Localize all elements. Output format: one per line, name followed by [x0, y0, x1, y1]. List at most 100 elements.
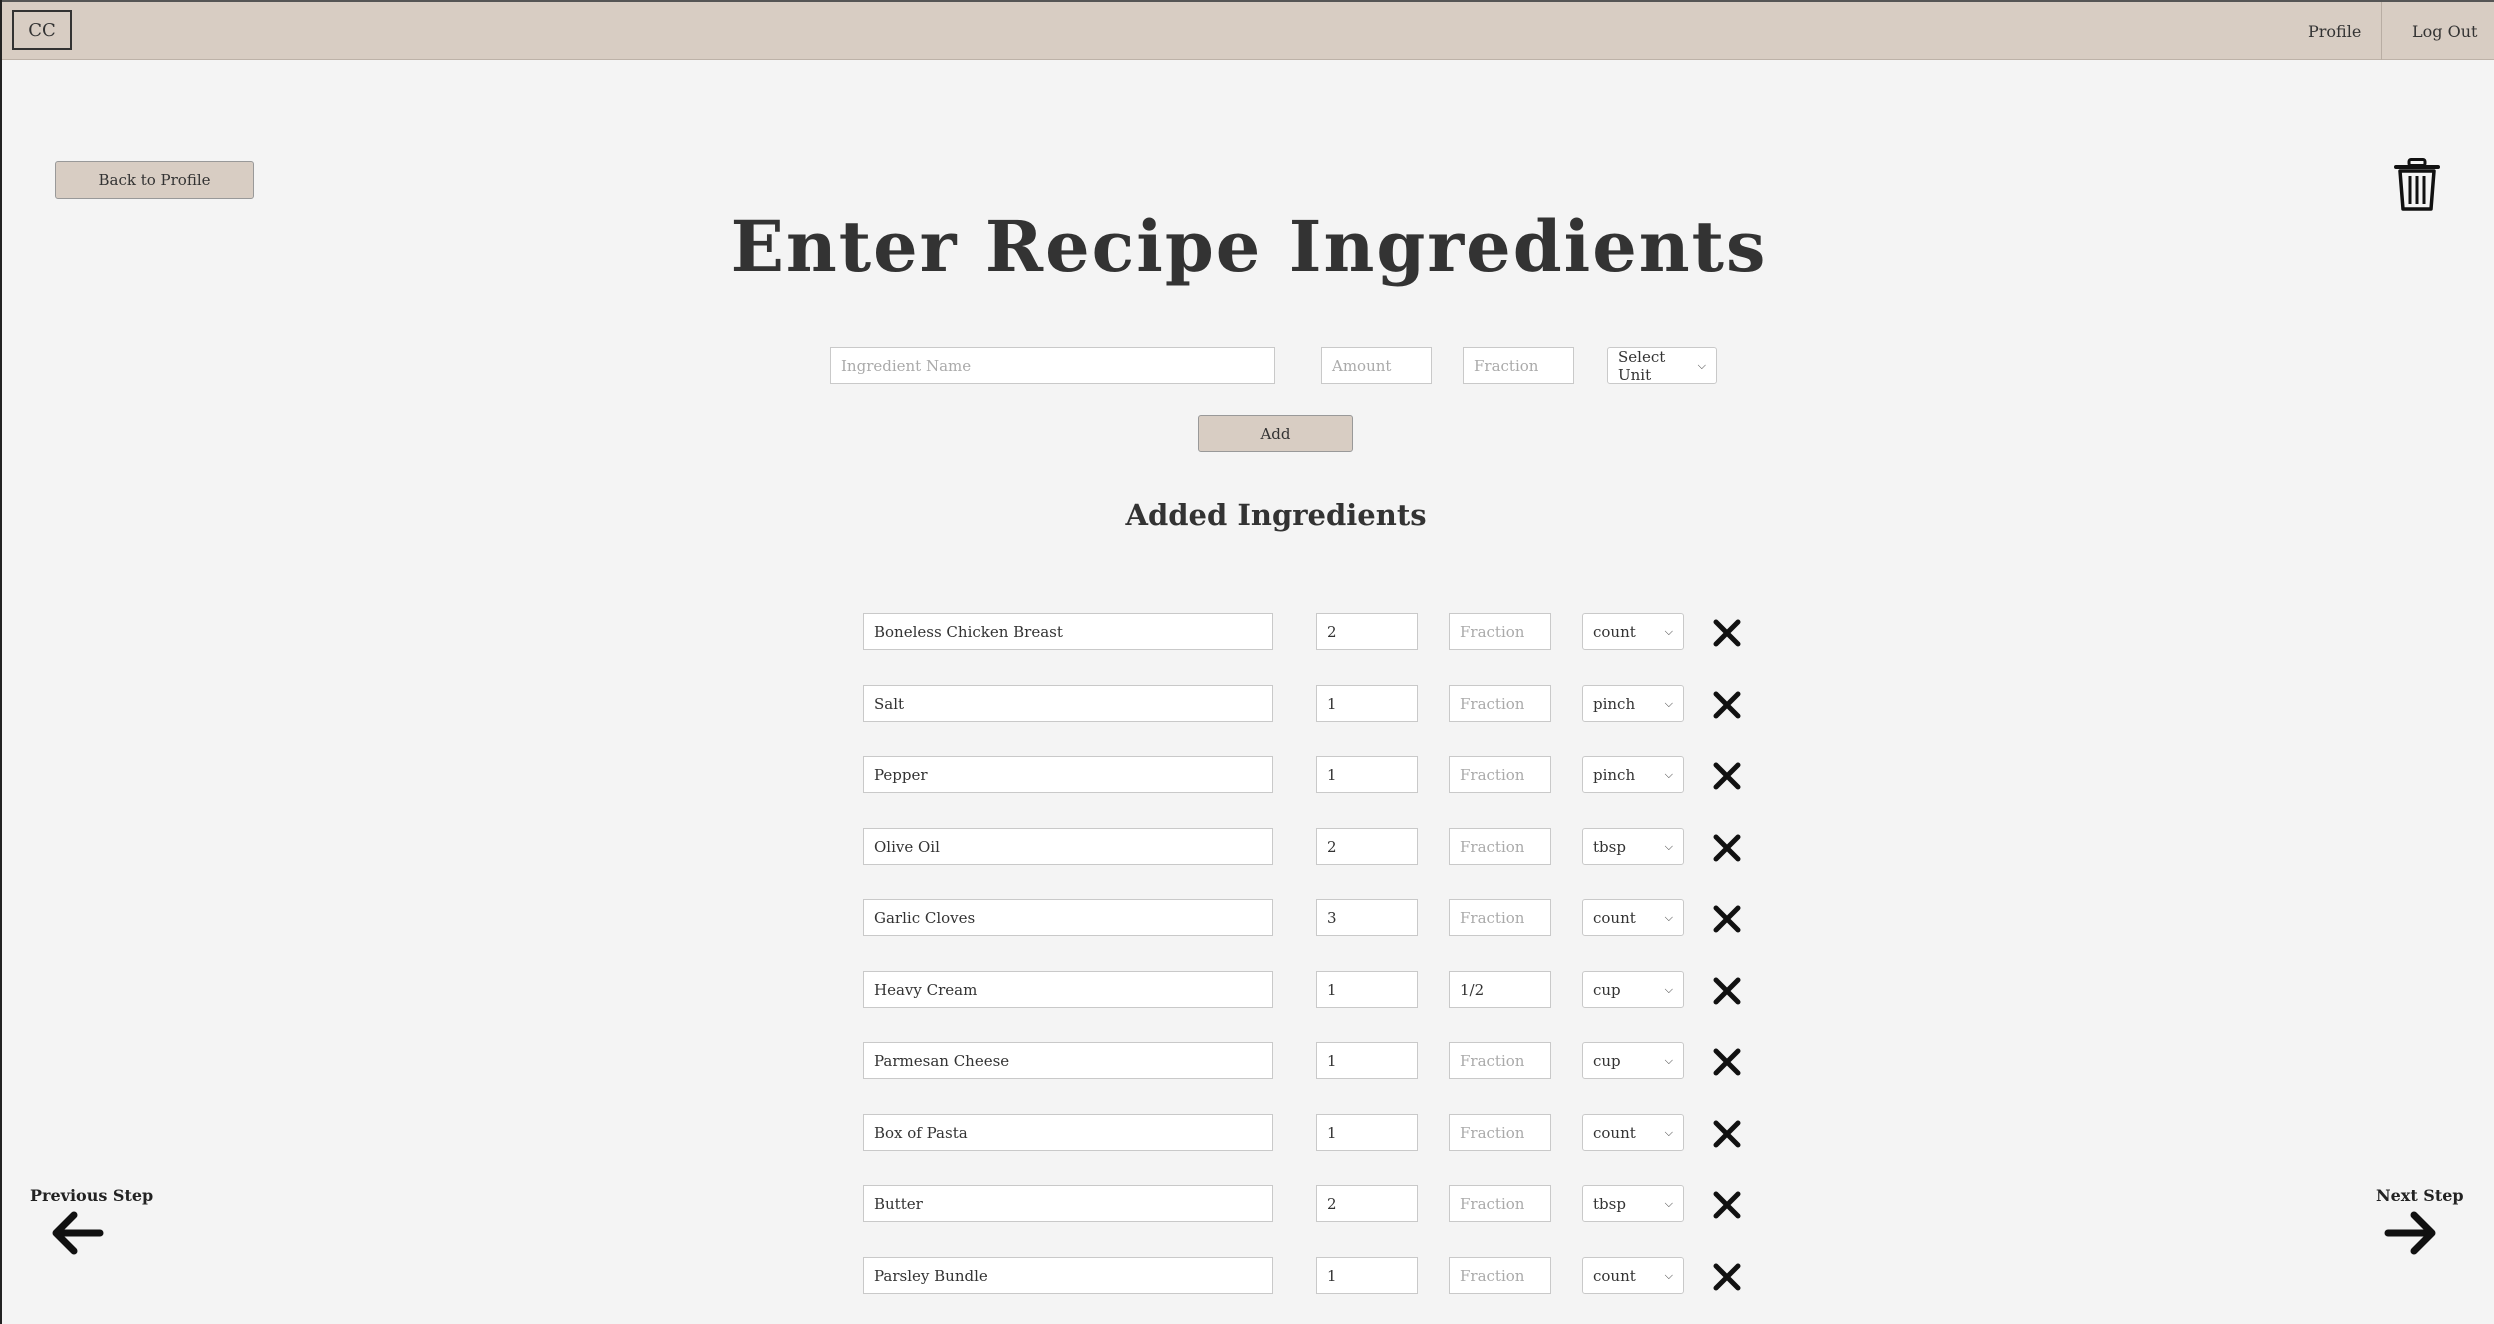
ingredient-name-field[interactable]: Parmesan Cheese [863, 1042, 1273, 1079]
added-ingredients-heading: Added Ingredients [1125, 498, 1427, 532]
ingredient-unit-select[interactable]: count ⌵ [1582, 1114, 1684, 1151]
ingredient-name-field[interactable]: Salt [863, 685, 1273, 722]
ingredient-name-field[interactable]: Butter [863, 1185, 1273, 1222]
ingredient-amount-field[interactable]: 2 [1316, 1185, 1418, 1222]
trash-icon[interactable] [2394, 158, 2440, 212]
ingredient-unit-select[interactable]: pinch ⌵ [1582, 685, 1684, 722]
ingredient-name-input[interactable]: Ingredient Name [830, 347, 1275, 384]
nav-divider [2381, 2, 2382, 60]
ingredient-amount-field[interactable]: 1 [1316, 1257, 1418, 1294]
arrow-right-icon[interactable] [2384, 1210, 2438, 1256]
chevron-down-icon: ⌵ [1664, 910, 1673, 924]
ingredient-fraction-field[interactable]: Fraction [1449, 1257, 1551, 1294]
unit-select[interactable]: Select Unit ⌵ [1607, 347, 1717, 384]
fraction-input[interactable]: Fraction [1463, 347, 1574, 384]
unit-select-value: count [1593, 1123, 1636, 1142]
chevron-down-icon: ⌵ [1664, 1268, 1673, 1282]
previous-step-label[interactable]: Previous Step [30, 1186, 153, 1205]
ingredient-unit-select[interactable]: count ⌵ [1582, 899, 1684, 936]
ingredient-row: Olive Oil 2 Fraction tbsp ⌵ [2, 828, 2494, 868]
add-ingredient-button[interactable]: Add [1198, 415, 1353, 452]
ingredient-name-field[interactable]: Olive Oil [863, 828, 1273, 865]
ingredient-row: Heavy Cream 1 1/2 cup ⌵ [2, 971, 2494, 1011]
ingredient-amount-field[interactable]: 1 [1316, 756, 1418, 793]
ingredient-name-field[interactable]: Heavy Cream [863, 971, 1273, 1008]
ingredient-unit-select[interactable]: count ⌵ [1582, 1257, 1684, 1294]
next-step-label[interactable]: Next Step [2376, 1186, 2464, 1205]
ingredient-name-field[interactable]: Pepper [863, 756, 1273, 793]
ingredient-amount-field[interactable]: 1 [1316, 1114, 1418, 1151]
chevron-down-icon: ⌵ [1664, 767, 1673, 781]
ingredient-amount-field[interactable]: 2 [1316, 828, 1418, 865]
ingredient-unit-select[interactable]: count ⌵ [1582, 613, 1684, 650]
ingredient-row: Parsley Bundle 1 Fraction count ⌵ [2, 1257, 2494, 1297]
ingredient-amount-field[interactable]: 3 [1316, 899, 1418, 936]
ingredient-amount-field[interactable]: 2 [1316, 613, 1418, 650]
ingredient-fraction-field[interactable]: Fraction [1449, 685, 1551, 722]
ingredient-fraction-field[interactable]: Fraction [1449, 756, 1551, 793]
close-icon[interactable] [1712, 690, 1742, 720]
close-icon[interactable] [1712, 1262, 1742, 1292]
chevron-down-icon: ⌵ [1664, 839, 1673, 853]
ingredient-name-field[interactable]: Garlic Cloves [863, 899, 1273, 936]
ingredient-unit-select[interactable]: tbsp ⌵ [1582, 1185, 1684, 1222]
ingredient-row: Salt 1 Fraction pinch ⌵ [2, 685, 2494, 725]
ingredient-unit-select[interactable]: cup ⌵ [1582, 971, 1684, 1008]
logo[interactable]: CC [12, 10, 72, 50]
chevron-down-icon: ⌵ [1697, 358, 1706, 372]
unit-select-value: cup [1593, 980, 1621, 999]
unit-select-value: count [1593, 622, 1636, 641]
ingredient-fraction-field[interactable]: Fraction [1449, 1114, 1551, 1151]
ingredient-unit-select[interactable]: cup ⌵ [1582, 1042, 1684, 1079]
close-icon[interactable] [1712, 618, 1742, 648]
ingredient-row: Box of Pasta 1 Fraction count ⌵ [2, 1114, 2494, 1154]
unit-select-value: pinch [1593, 694, 1636, 713]
ingredient-unit-select[interactable]: tbsp ⌵ [1582, 828, 1684, 865]
close-icon[interactable] [1712, 761, 1742, 791]
ingredient-name-field[interactable]: Parsley Bundle [863, 1257, 1273, 1294]
close-icon[interactable] [1712, 1119, 1742, 1149]
ingredient-amount-field[interactable]: 1 [1316, 1042, 1418, 1079]
unit-select-value: Select Unit [1618, 347, 1666, 384]
chevron-down-icon: ⌵ [1664, 624, 1673, 638]
ingredient-fraction-field[interactable]: 1/2 [1449, 971, 1551, 1008]
unit-select-value: count [1593, 908, 1636, 927]
unit-select-value: count [1593, 1266, 1636, 1285]
close-icon[interactable] [1712, 1190, 1742, 1220]
close-icon[interactable] [1712, 976, 1742, 1006]
ingredient-fraction-field[interactable]: Fraction [1449, 899, 1551, 936]
ingredient-amount-field[interactable]: 1 [1316, 971, 1418, 1008]
ingredient-fraction-field[interactable]: Fraction [1449, 828, 1551, 865]
ingredient-fraction-field[interactable]: Fraction [1449, 1185, 1551, 1222]
unit-select-value: tbsp [1593, 1194, 1626, 1213]
ingredient-fraction-field[interactable]: Fraction [1449, 1042, 1551, 1079]
nav-logout-link[interactable]: Log Out [2412, 2, 2477, 60]
close-icon[interactable] [1712, 904, 1742, 934]
ingredient-name-field[interactable]: Boneless Chicken Breast [863, 613, 1273, 650]
arrow-left-icon[interactable] [50, 1210, 104, 1256]
close-icon[interactable] [1712, 1047, 1742, 1077]
chevron-down-icon: ⌵ [1664, 982, 1673, 996]
chevron-down-icon: ⌵ [1664, 1053, 1673, 1067]
close-icon[interactable] [1712, 833, 1742, 863]
ingredient-unit-select[interactable]: pinch ⌵ [1582, 756, 1684, 793]
ingredient-fraction-field[interactable]: Fraction [1449, 613, 1551, 650]
chevron-down-icon: ⌵ [1664, 1196, 1673, 1210]
ingredient-name-field[interactable]: Box of Pasta [863, 1114, 1273, 1151]
ingredient-amount-field[interactable]: 1 [1316, 685, 1418, 722]
unit-select-value: pinch [1593, 765, 1636, 784]
amount-input[interactable]: Amount [1321, 347, 1432, 384]
back-to-profile-button[interactable]: Back to Profile [55, 161, 254, 199]
ingredient-row: Butter 2 Fraction tbsp ⌵ [2, 1185, 2494, 1225]
chevron-down-icon: ⌵ [1664, 696, 1673, 710]
chevron-down-icon: ⌵ [1664, 1125, 1673, 1139]
page-title: Enter Recipe Ingredients [730, 205, 1768, 288]
ingredient-row: Pepper 1 Fraction pinch ⌵ [2, 756, 2494, 796]
unit-select-value: tbsp [1593, 837, 1626, 856]
ingredient-row: Garlic Cloves 3 Fraction count ⌵ [2, 899, 2494, 939]
nav-profile-link[interactable]: Profile [2308, 2, 2361, 60]
top-navbar: CC Profile Log Out [2, 0, 2494, 60]
ingredient-row: Parmesan Cheese 1 Fraction cup ⌵ [2, 1042, 2494, 1082]
ingredient-row: Boneless Chicken Breast 2 Fraction count ⌵ [2, 613, 2494, 653]
unit-select-value: cup [1593, 1051, 1621, 1070]
